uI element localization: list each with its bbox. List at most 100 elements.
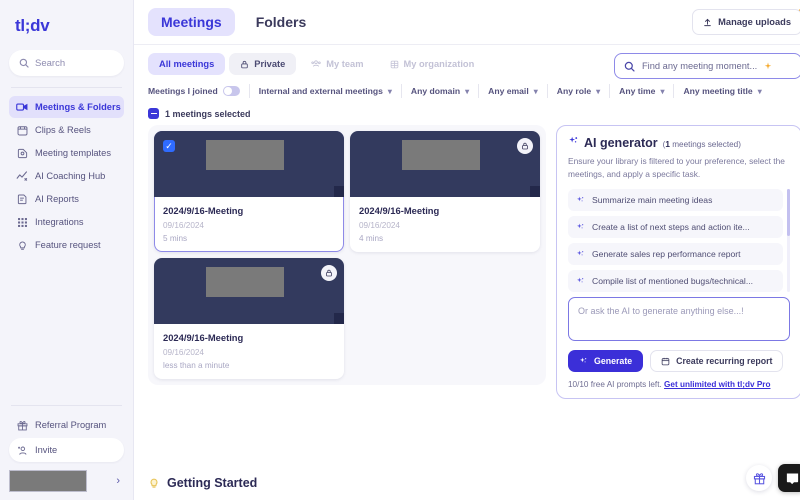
sidebar-search[interactable]: Search xyxy=(9,50,124,76)
coaching-icon xyxy=(16,170,28,182)
tab-meetings[interactable]: Meetings xyxy=(148,8,235,36)
sidebar-divider xyxy=(11,87,122,88)
sidebar-item-clips-reels[interactable]: Clips & Reels xyxy=(9,119,124,141)
chevron-down-icon: ▾ xyxy=(465,86,470,96)
add-person-icon xyxy=(17,445,28,456)
support-chat-fab-button[interactable] xyxy=(778,464,800,492)
building-icon xyxy=(390,60,399,69)
segment-private[interactable]: Private xyxy=(229,53,297,75)
ai-selected-count: (1 meetings selected) xyxy=(662,140,741,149)
search-input[interactable]: Find any meeting moment... xyxy=(642,61,757,71)
ai-prompt-option[interactable]: Generate sales rep performance report xyxy=(568,243,783,266)
sidebar-item-label: Clips & Reels xyxy=(35,125,91,135)
sidebar-item-ai-coaching-hub[interactable]: AI Coaching Hub xyxy=(9,165,124,187)
meeting-card[interactable]: 2024/9/16-Meeting 09/16/2024 less than a… xyxy=(154,258,344,379)
filter-label: Internal and external meetings xyxy=(258,86,383,96)
gift-fab-button[interactable] xyxy=(746,465,772,491)
ai-selected-suffix: meetings selected) xyxy=(669,140,741,149)
manage-uploads-button[interactable]: Manage uploads xyxy=(692,9,800,35)
chevron-down-icon: ▾ xyxy=(757,86,762,96)
filter-meetings-i-joined[interactable]: Meetings I joined xyxy=(148,84,250,98)
sidebar-item-meetings-folders[interactable]: Meetings & Folders xyxy=(9,96,124,118)
meeting-thumbnail[interactable] xyxy=(154,258,344,324)
meeting-thumbnail[interactable]: ✓ xyxy=(154,131,344,197)
meeting-select-checkbox[interactable]: ✓ xyxy=(163,140,175,152)
meeting-duration: 5 mins xyxy=(163,234,188,243)
meeting-card[interactable]: 2024/9/16-Meeting 09/16/2024 4 mins xyxy=(350,131,540,252)
filter-label: Any domain xyxy=(410,86,461,96)
ai-panel-subtitle: Ensure your library is filtered to your … xyxy=(568,156,785,180)
filter-any-domain[interactable]: Any domain ▾ xyxy=(402,84,480,98)
meeting-card[interactable]: ✓ 2024/9/16-Meeting 09/16/2024 5 mins xyxy=(154,131,344,252)
ai-quota-row: 10/10 free AI prompts left. Get unlimite… xyxy=(568,380,790,389)
create-recurring-report-button[interactable]: Create recurring report xyxy=(650,350,784,373)
meeting-card-body: 2024/9/16-Meeting 09/16/2024 less than a… xyxy=(154,324,344,379)
ai-quota-text: 10/10 free AI prompts left. xyxy=(568,380,662,390)
sidebar-item-ai-reports[interactable]: AI Reports xyxy=(9,188,124,210)
segment-my-team[interactable]: My team xyxy=(300,53,374,75)
video-camera-icon xyxy=(16,101,28,113)
ai-prompt-option[interactable]: Create a list of next steps and action i… xyxy=(568,216,783,239)
sidebar-item-label: Feature request xyxy=(35,240,101,250)
tab-folders[interactable]: Folders xyxy=(243,8,320,36)
user-account-row[interactable]: › xyxy=(9,470,124,492)
filter-label: Any email xyxy=(488,86,529,96)
content-area: ✓ 2024/9/16-Meeting 09/16/2024 5 mins 20… xyxy=(134,125,800,500)
sidebar-item-referral-program[interactable]: Referral Program xyxy=(9,414,124,436)
meeting-date: 09/16/2024 xyxy=(163,221,204,230)
sparkle-icon xyxy=(576,250,585,259)
upgrade-link[interactable]: Get unlimited with tl;dv Pro xyxy=(664,380,770,389)
generate-button[interactable]: Generate xyxy=(568,350,644,373)
recurring-label: Create recurring report xyxy=(676,356,773,367)
invite-button[interactable]: Invite xyxy=(9,438,124,462)
manage-uploads-label: Manage uploads xyxy=(718,17,791,27)
filter-any-time[interactable]: Any time ▾ xyxy=(610,84,675,98)
meeting-date: 09/16/2024 xyxy=(163,348,204,357)
sidebar-nav: Meetings & Folders Clips & Reels Meeting… xyxy=(9,96,124,256)
meeting-title: 2024/9/16-Meeting xyxy=(359,205,440,216)
sidebar-item-integrations[interactable]: Integrations xyxy=(9,211,124,233)
avatar xyxy=(9,470,87,492)
segment-my-organization[interactable]: My organization xyxy=(379,53,486,75)
filter-meeting-type[interactable]: Internal and external meetings ▾ xyxy=(250,84,402,98)
ai-prompt-label: Generate sales rep performance report xyxy=(592,249,741,260)
thumbnail-corner xyxy=(530,186,540,197)
segment-private-label: Private xyxy=(254,59,286,69)
ai-prompt-scrollbar[interactable] xyxy=(787,189,790,293)
lightbulb-icon xyxy=(148,477,160,489)
private-lock-icon xyxy=(321,265,337,281)
meeting-card-body: 2024/9/16-Meeting 09/16/2024 4 mins xyxy=(350,197,540,252)
grid-icon xyxy=(16,216,28,228)
meetings-i-joined-toggle[interactable] xyxy=(222,86,240,96)
sidebar-item-label: Meetings & Folders xyxy=(35,102,121,112)
select-all-checkbox[interactable] xyxy=(148,108,159,119)
selection-bar: 1 meetings selected xyxy=(134,98,800,125)
meeting-moment-search[interactable]: Find any meeting moment... xyxy=(614,53,800,79)
ai-prompt-option[interactable]: Compile list of mentioned bugs/technical… xyxy=(568,270,783,293)
chevron-down-icon: ▾ xyxy=(596,86,601,96)
segment-all-meetings[interactable]: All meetings xyxy=(148,53,226,75)
getting-started-section[interactable]: Getting Started xyxy=(148,476,257,490)
ai-prompt-option[interactable]: Summarize main meeting ideas xyxy=(568,189,783,212)
filter-any-role[interactable]: Any role ▾ xyxy=(548,84,611,98)
chevron-right-icon[interactable]: › xyxy=(116,475,120,487)
search-icon xyxy=(624,61,635,72)
sidebar-item-feature-request[interactable]: Feature request xyxy=(9,234,124,256)
filter-toggle-label: Meetings I joined xyxy=(148,86,218,96)
sidebar-item-meeting-templates[interactable]: Meeting templates xyxy=(9,142,124,164)
ai-panel-title: AI generator xyxy=(584,136,658,150)
segment-my-organization-label: My organization xyxy=(403,59,475,69)
meeting-thumbnail[interactable] xyxy=(350,131,540,197)
app-logo[interactable]: tl;dv xyxy=(9,0,124,50)
sidebar-item-label: Referral Program xyxy=(35,420,107,430)
sparkle-icon xyxy=(764,62,772,70)
ai-prompt-input[interactable]: Or ask the AI to generate anything else.… xyxy=(568,297,790,342)
ai-prompt-label: Compile list of mentioned bugs/technical… xyxy=(592,276,753,287)
generate-label: Generate xyxy=(594,356,633,367)
calendar-icon xyxy=(661,357,670,366)
ai-prompt-scroll-thumb[interactable] xyxy=(787,189,790,237)
filter-any-meeting-title[interactable]: Any meeting title ▾ xyxy=(674,84,770,98)
ai-prompt-label: Summarize main meeting ideas xyxy=(592,195,713,206)
filter-any-email[interactable]: Any email ▾ xyxy=(479,84,548,98)
sidebar: tl;dv Search Meetings & Folders Clips & … xyxy=(0,0,134,500)
